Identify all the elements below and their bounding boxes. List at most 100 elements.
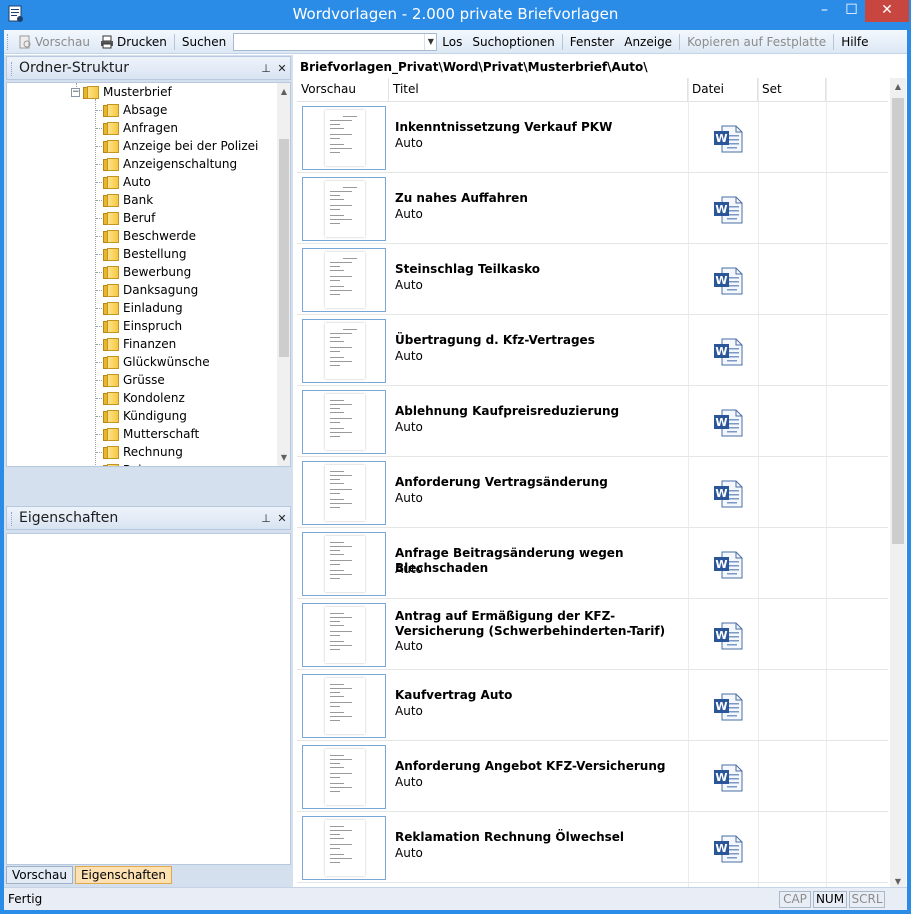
pin-icon[interactable]: ⊥ [258,512,274,525]
tree-node[interactable]: Einspruch [103,317,182,335]
template-list[interactable]: Vorschau Titel Datei Set Inkenntnissetzu… [297,78,907,890]
preview-thumbnail[interactable] [302,106,386,170]
pin-icon[interactable]: ⊥ [258,62,274,75]
search-input[interactable] [234,33,425,50]
preview-thumbnail[interactable] [302,816,386,880]
tree-node[interactable]: Bewerbung [103,263,191,281]
toolbar-grip[interactable] [7,33,10,50]
word-document-icon[interactable]: W [712,265,744,297]
word-document-icon[interactable]: W [712,336,744,368]
template-row[interactable]: Ablehnung Kaufpreisreduzierung Auto W [297,386,888,457]
tree-node[interactable]: Mutterschaft [103,425,199,443]
search-dropdown-icon[interactable]: ▼ [424,33,436,50]
panel-close-icon[interactable]: ✕ [274,62,290,75]
folder-tree[interactable]: − Musterbrief Absage Anfragen Anzeige bei … [6,82,291,467]
preview-thumbnail[interactable] [302,532,386,596]
template-row[interactable]: Anforderung Vertragsänderung Auto W [297,457,888,528]
template-row[interactable]: Steinschlag Teilkasko Auto W [297,244,888,315]
tree-node-label: Auto [123,175,151,189]
word-document-icon[interactable]: W [712,194,744,226]
tree-scrollbar[interactable]: ▲ ▼ [277,83,290,466]
template-row[interactable]: Übertragung d. Kfz-Vertrages Auto W [297,315,888,386]
tree-node[interactable]: Kondolenz [103,389,185,407]
tree-node[interactable]: Danksagung [103,281,198,299]
tree-node[interactable]: Grüsse [103,371,165,389]
tree-node[interactable]: Reisen [103,461,163,466]
list-scrollbar[interactable]: ▲ ▼ [890,78,906,890]
toolbar-separator [679,33,681,50]
panel-close-icon[interactable]: ✕ [274,512,290,525]
word-document-icon[interactable]: W [712,123,744,155]
word-document-icon[interactable]: W [712,833,744,865]
column-header-set[interactable]: Set [758,78,826,102]
column-header-file[interactable]: Datei [688,78,758,102]
word-document-icon[interactable]: W [712,620,744,652]
tree-node[interactable]: Absage [103,101,167,119]
tree-node[interactable]: Auto [103,173,151,191]
folder-panel-header[interactable]: Ordner-Struktur ⊥ ✕ [6,56,291,80]
title-bar[interactable]: Wordvorlagen - 2.000 private Briefvorlag… [0,0,911,30]
view-menu[interactable]: Anzeige [619,31,677,53]
scroll-thumb[interactable] [279,139,289,357]
scroll-down-icon[interactable]: ▼ [277,449,290,466]
tree-node[interactable]: Glückwünsche [103,353,210,371]
template-row[interactable]: Antrag auf Ermäßigung der KFZ-Versicheru… [297,599,888,670]
print-button[interactable]: Drucken [95,31,172,53]
tree-node[interactable]: Finanzen [103,335,176,353]
scroll-up-icon[interactable]: ▲ [890,78,906,95]
scroll-thumb[interactable] [892,98,904,544]
help-menu[interactable]: Hilfe [836,31,873,53]
window-menu[interactable]: Fenster [565,31,620,53]
template-row[interactable]: Reklamation Rechnung Ölwechsel Auto W [297,812,888,883]
preview-line [330,684,344,685]
word-document-icon[interactable]: W [712,691,744,723]
word-document-icon[interactable]: W [712,762,744,794]
template-row[interactable]: Zu nahes Auffahren Auto W [297,173,888,244]
template-row[interactable]: Anfrage Beitragsänderung wegen Blechscha… [297,528,888,599]
preview-thumbnail[interactable] [302,390,386,454]
tree-node[interactable]: Anfragen [103,119,178,137]
preview-thumbnail[interactable] [302,745,386,809]
word-document-icon[interactable]: W [712,549,744,581]
search-options-button[interactable]: Suchoptionen [467,31,559,53]
minimize-button[interactable]: – [811,0,838,22]
preview-thumbnail[interactable] [302,248,386,312]
preview-button[interactable]: Vorschau [13,31,95,53]
tree-node[interactable]: Beruf [103,209,155,227]
search-combobox[interactable]: ▼ [233,32,438,51]
properties-panel-header[interactable]: Eigenschaften ⊥ ✕ [6,506,291,530]
preview-thumbnail[interactable] [302,674,386,738]
tree-node-label: Beruf [123,211,156,225]
preview-page [325,394,365,450]
scroll-up-icon[interactable]: ▲ [277,83,290,100]
column-header-preview[interactable]: Vorschau [297,78,389,102]
tab-preview[interactable]: Vorschau [6,866,73,884]
template-title: Ablehnung Kaufpreisreduzierung [395,404,620,418]
tree-node[interactable]: Einladung [103,299,183,317]
template-row[interactable]: Kaufvertrag Auto Auto W [297,670,888,741]
word-document-icon[interactable]: W [712,478,744,510]
tree-node[interactable]: Beschwerde [103,227,196,245]
tree-node-musterbrief[interactable]: Musterbrief [83,83,172,101]
go-button[interactable]: Los [437,31,467,53]
collapse-icon[interactable]: − [71,88,80,97]
preview-line [330,759,352,760]
tab-properties[interactable]: Eigenschaften [74,866,173,884]
tree-node[interactable]: Bank [103,191,153,209]
maximize-button[interactable]: ☐ [838,0,865,22]
tree-node[interactable]: Anzeige bei der Polizei [103,137,258,155]
column-header-title[interactable]: Titel [389,78,688,102]
tree-node[interactable]: Kündigung [103,407,187,425]
tree-node[interactable]: Rechnung [103,443,183,461]
template-row[interactable]: Anforderung Angebot KFZ-Versicherung Auto… [297,741,888,812]
preview-thumbnail[interactable] [302,177,386,241]
tree-node[interactable]: Anzeigenschaltung [103,155,237,173]
tree-node[interactable]: Bestellung [103,245,186,263]
copy-to-disk-button[interactable]: Kopieren auf Festplatte [682,31,831,53]
word-document-icon[interactable]: W [712,407,744,439]
template-row[interactable]: Inkenntnissetzung Verkauf PKW Auto W [297,102,888,173]
preview-thumbnail[interactable] [302,319,386,383]
preview-thumbnail[interactable] [302,603,386,667]
close-button[interactable]: ✕ [865,0,909,22]
preview-thumbnail[interactable] [302,461,386,525]
